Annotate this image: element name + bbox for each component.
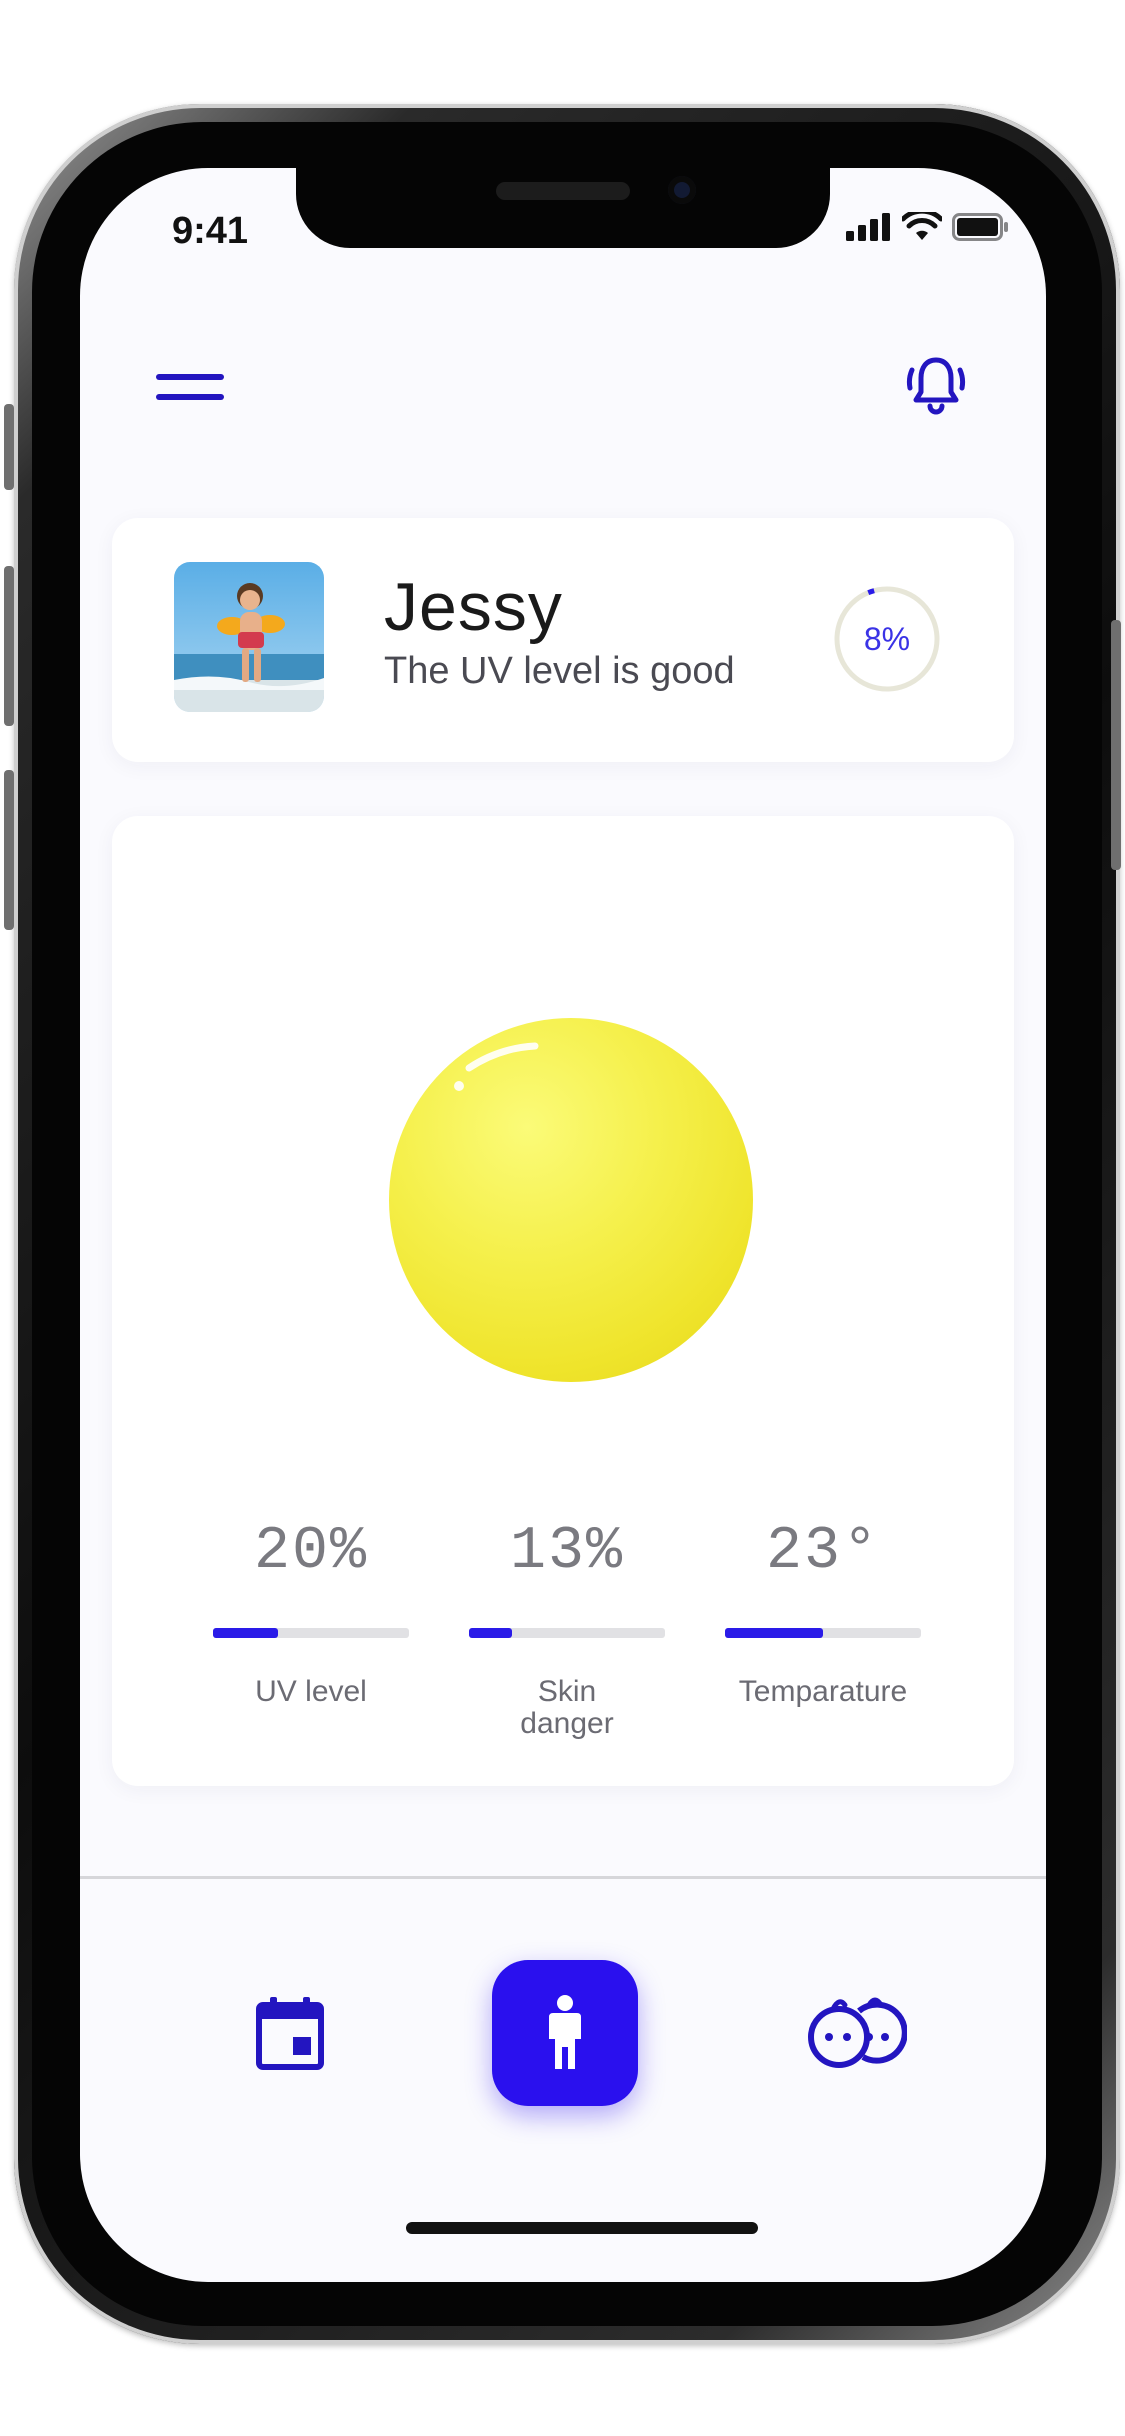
profile-name: Jessy	[384, 569, 563, 645]
stat-bar-fill	[213, 1628, 278, 1638]
stat-label: Skin danger	[520, 1675, 614, 1740]
speaker-grille	[496, 182, 630, 200]
sun-illustration	[389, 1018, 753, 1382]
stat-bar	[725, 1628, 921, 1638]
home-indicator	[406, 2222, 758, 2234]
twins-icon	[808, 1997, 907, 2068]
stat-label: UV level	[255, 1675, 367, 1708]
nav-babies-button[interactable]	[800, 1976, 910, 2086]
calendar-icon	[256, 1997, 324, 2070]
side-button-power	[1111, 620, 1121, 870]
status-time: 9:41	[172, 210, 249, 252]
stat-bar	[469, 1628, 665, 1638]
notifications-button[interactable]	[886, 336, 986, 436]
tab-bar-divider	[80, 1876, 1046, 1879]
front-camera	[668, 176, 696, 204]
stat-value: 13%	[509, 1518, 625, 1586]
side-button-volume-down	[4, 770, 14, 930]
nav-calendar-button[interactable]	[240, 1983, 340, 2083]
profile-card[interactable]: Jessy The UV level is good 8%	[112, 518, 1014, 762]
uv-summary-card: 20% UV level 13% Skin danger 23° Tempara…	[112, 816, 1014, 1786]
child-icon	[549, 1995, 581, 2069]
nav-child-button[interactable]	[492, 1960, 638, 2106]
side-button-silent	[4, 404, 14, 490]
wifi-icon	[902, 212, 942, 240]
stat-bar	[213, 1628, 409, 1638]
profile-avatar	[174, 562, 324, 712]
stat-bar-fill	[469, 1628, 513, 1638]
stat-label: Temparature	[738, 1675, 908, 1708]
avatar-photo	[174, 562, 324, 712]
sun-highlight	[454, 1042, 539, 1091]
side-button-volume-up	[4, 566, 14, 726]
hamburger-icon	[156, 374, 224, 400]
stat-value: 20%	[253, 1518, 369, 1586]
bell-icon	[906, 357, 966, 415]
stat-bar-fill	[725, 1628, 823, 1638]
notch	[296, 168, 830, 248]
stat-skin-danger: 13% Skin danger	[467, 1516, 667, 1740]
uv-gauge: 8%	[832, 584, 942, 694]
battery-icon	[952, 213, 1008, 241]
cellular-signal-icon	[846, 213, 890, 241]
stat-temperature: 23° Temparature	[723, 1516, 923, 1708]
uv-gauge-value: 8%	[863, 620, 911, 657]
stat-value: 23°	[765, 1518, 881, 1586]
stat-uv-level: 20% UV level	[211, 1516, 411, 1708]
status-icons	[846, 212, 1010, 242]
screen: 9:41 Jessy The UV level is good 8% 20% U…	[80, 168, 1046, 2282]
profile-status-text: The UV level is good	[384, 650, 735, 692]
menu-button[interactable]	[140, 348, 240, 428]
